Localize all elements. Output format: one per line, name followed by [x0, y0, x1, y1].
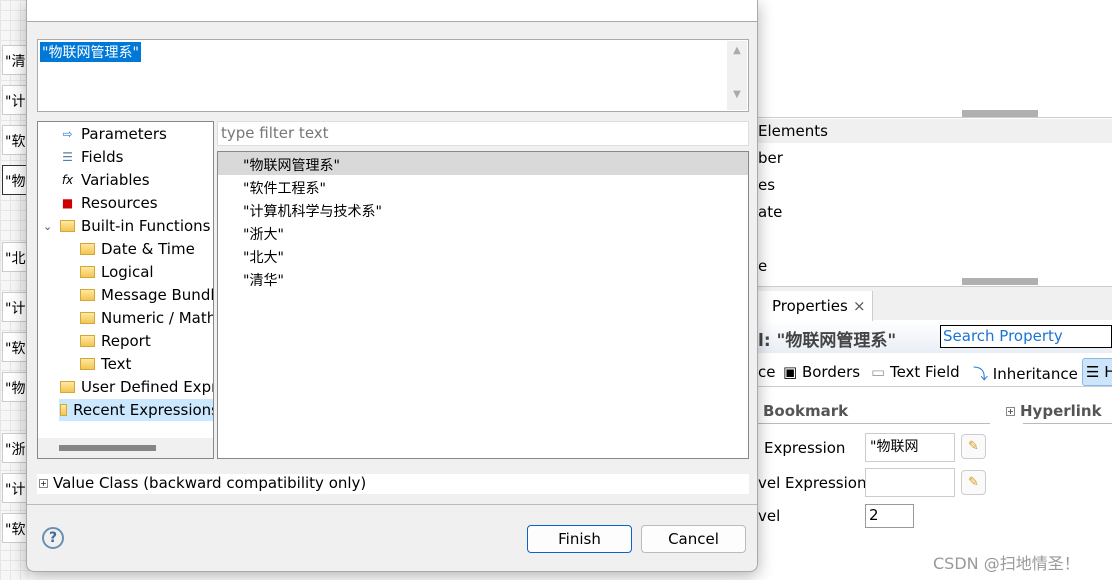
tree-item-resources[interactable]: ■ Resources [60, 192, 158, 214]
hyperlink-tab-icon: ☰ [1086, 363, 1105, 381]
outline-item[interactable]: ate [758, 203, 782, 221]
outline-item[interactable]: e [758, 257, 767, 275]
watermark: CSDN @扫地情圣！ [933, 554, 1080, 573]
category-tree: ⇨ Parameters ☰ Fields fx Variables ■ Resourc… [37, 121, 214, 459]
anchor-expression-field[interactable]: "物联网 [865, 433, 955, 462]
finish-button[interactable]: Finish [527, 525, 632, 553]
tree-item-text[interactable]: Text [80, 353, 131, 375]
inheritance-icon: ⤵ [973, 365, 993, 383]
text-field-icon: ▭ [871, 363, 890, 381]
tree-item-fields[interactable]: ☰ Fields [60, 146, 123, 168]
value-class-section[interactable]: + Value Class (backward compatibility onl… [37, 474, 749, 494]
tree-item-date-time[interactable]: Date & Time [80, 238, 195, 260]
outline-header: Elements [758, 122, 828, 140]
folder-icon [80, 243, 95, 255]
tree-item-parameters[interactable]: ⇨ Parameters [60, 123, 166, 145]
bookmark-level-spinner[interactable]: 2 [865, 504, 914, 528]
sash-handle[interactable] [962, 278, 1038, 285]
hyperlink-section[interactable]: + Hyperlink [1006, 402, 1102, 420]
filter-input[interactable]: type filter text [217, 121, 749, 146]
outline-item[interactable]: ber [758, 149, 783, 167]
expression-builder-dialog: "物联网管理系" ▲ ▼ ⇨ Parameters ☰ Fields fx Variab… [26, 0, 758, 572]
outline-item[interactable]: es [758, 176, 775, 194]
tree-item-logical[interactable]: Logical [80, 261, 154, 283]
folder-icon [80, 312, 95, 324]
help-icon[interactable]: ? [42, 527, 64, 549]
tab-hyperlink[interactable]: ☰ H [1082, 358, 1112, 386]
anchor-expression-label: Expression [764, 439, 846, 457]
properties-tab[interactable]: Properties × [758, 291, 873, 321]
item-list: "物联网管理系" "软件工程系" "计算机科学与技术系" "浙大" "北大" "… [217, 151, 749, 459]
bookmark-level-label: vel [758, 507, 781, 525]
bookmark-level-expression-field[interactable] [865, 468, 955, 497]
tree-item-recent-expressions[interactable]: Recent Expressions [59, 399, 213, 421]
bookmark-section[interactable]: Bookmark [763, 402, 848, 420]
tree-item-built-in-functions[interactable]: ⌄ Built-in Functions [43, 215, 211, 237]
expand-icon: + [1006, 407, 1015, 416]
resources-icon: ■ [61, 196, 74, 210]
list-item[interactable]: "清华" [243, 270, 284, 290]
folder-icon [80, 289, 95, 301]
expression-scrollbar[interactable]: ▲ ▼ [727, 41, 747, 110]
properties-title: l: "物联网管理系" [758, 331, 897, 351]
folder-icon [60, 381, 75, 393]
close-icon[interactable]: × [853, 297, 866, 315]
parameters-icon: ⇨ [62, 127, 73, 141]
tab-appearance[interactable]: ce [758, 363, 775, 381]
tree-item-message-bundle[interactable]: Message Bundle [80, 284, 213, 306]
bookmark-level-expression-label: vel Expression [758, 474, 867, 492]
borders-icon: ▣ [783, 363, 802, 381]
list-item[interactable]: "软件工程系" [243, 178, 326, 198]
tree-item-user-defined[interactable]: User Defined Expressions [60, 376, 213, 398]
edit-expression-icon[interactable]: ✎ [961, 434, 986, 459]
list-item[interactable]: "浙大" [243, 224, 284, 244]
tab-text-field[interactable]: ▭ Text Field [871, 363, 960, 381]
tree-item-variables[interactable]: fx Variables [60, 169, 150, 191]
expand-icon: + [39, 479, 48, 488]
right-panels: Elements ber es ate e Properties × l: "物… [758, 0, 1112, 580]
search-property-input[interactable]: Search Property [940, 325, 1112, 348]
folder-icon [60, 220, 75, 232]
tree-item-report[interactable]: Report [80, 330, 151, 352]
list-item[interactable]: "物联网管理系" [243, 155, 340, 175]
expression-text[interactable]: "物联网管理系" [40, 42, 141, 62]
folder-icon [80, 358, 95, 370]
folder-icon [60, 404, 68, 416]
list-item[interactable]: "计算机科学与技术系" [243, 201, 382, 221]
edit-expression-icon[interactable]: ✎ [961, 470, 986, 495]
tree-hscrollbar[interactable] [38, 438, 213, 458]
folder-icon [80, 335, 95, 347]
tab-inheritance[interactable]: ⤵ Inheritance [973, 363, 1078, 384]
dialog-header [27, 0, 757, 22]
folder-icon [80, 266, 95, 278]
database-icon: ☰ [62, 150, 73, 164]
tab-borders[interactable]: ▣ Borders [783, 363, 860, 381]
sash-handle[interactable] [962, 110, 1038, 117]
list-item[interactable]: "北大" [243, 247, 284, 267]
expression-editor[interactable]: "物联网管理系" ▲ ▼ [37, 39, 749, 112]
tree-item-numeric-math[interactable]: Numeric / Math [80, 307, 213, 329]
cancel-button[interactable]: Cancel [641, 525, 746, 553]
fx-icon: fx [61, 173, 74, 187]
chevron-down-icon[interactable]: ⌄ [43, 220, 60, 233]
